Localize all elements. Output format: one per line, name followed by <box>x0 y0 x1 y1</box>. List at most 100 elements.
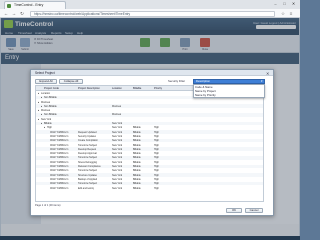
cell-priority: High <box>154 130 159 134</box>
star-icon[interactable]: ☆ <box>280 11 286 17</box>
cell-billable: Billable <box>133 134 141 138</box>
forward-icon[interactable]: → <box>11 11 17 17</box>
cancel-button[interactable]: Cancel <box>245 208 263 213</box>
cell-location: New York <box>112 173 123 177</box>
cell-location: New York <box>112 186 123 190</box>
reload-icon[interactable]: ↻ <box>19 11 25 17</box>
table-row[interactable] <box>36 168 263 173</box>
cell-code: 00117 KMDM-2.1 <box>50 182 69 186</box>
col-location[interactable]: Location <box>112 87 122 90</box>
table-row[interactable] <box>36 100 263 104</box>
dialog-title: Select Project <box>31 70 273 76</box>
cell-location: New York <box>112 169 123 173</box>
cell-location: New York <box>112 177 123 181</box>
cell-desc: Edit and testing <box>78 186 95 190</box>
cell-location: Montreal <box>112 104 122 108</box>
cell-desc: Develop Approval <box>78 152 97 156</box>
table-row[interactable] <box>36 147 263 151</box>
collapse-all-button[interactable]: Collapse All <box>59 78 83 84</box>
cell-billable: Billable <box>133 186 141 190</box>
cell-desc: Stress Debugging <box>78 160 98 164</box>
cell-desc: Tomorrow Subject <box>78 143 98 147</box>
expand-toggle-icon[interactable]: ▸ <box>38 109 39 112</box>
expand-toggle-icon[interactable]: ▸ <box>41 105 42 108</box>
table-row[interactable] <box>36 108 263 113</box>
table-row[interactable] <box>36 156 263 160</box>
menu-icon[interactable]: ≡ <box>288 11 294 17</box>
table-row[interactable] <box>36 181 263 186</box>
maximize-icon[interactable]: □ <box>281 1 288 7</box>
table-row[interactable] <box>36 177 263 182</box>
cell-location: New York <box>112 156 123 160</box>
expand-toggle-icon[interactable]: ▸ <box>41 96 42 99</box>
expand-toggle-icon[interactable]: ▸ <box>38 92 39 95</box>
table-row[interactable] <box>36 104 263 108</box>
table-row[interactable] <box>36 160 263 164</box>
cell-billable: Billable <box>133 152 141 156</box>
close-window-icon[interactable]: ✕ <box>290 1 297 7</box>
taskbar <box>0 236 300 240</box>
cell-desc: Tomorrow Subject <box>78 182 98 186</box>
cell-code: Location <box>41 91 51 95</box>
cell-priority: High <box>154 165 159 168</box>
col-project-code[interactable]: Project Code <box>44 87 59 90</box>
cell-priority: High <box>154 139 159 143</box>
cell-priority: High <box>154 126 159 130</box>
cell-location: New York <box>112 122 123 125</box>
cell-code: Non Billable <box>44 96 57 100</box>
cell-desc: Tomorrow Subject <box>78 169 98 173</box>
table-row[interactable] <box>36 117 263 121</box>
cell-code: 00117 KMDM-2.1 <box>50 147 69 151</box>
table-row[interactable] <box>36 130 263 134</box>
cell-code: Non Billable <box>44 104 57 108</box>
table-row[interactable] <box>36 151 263 156</box>
security-filter-label: Security Filter <box>168 79 186 83</box>
cell-billable: Billable <box>133 160 141 164</box>
back-icon[interactable]: ← <box>3 11 9 17</box>
col-project-description[interactable]: Project Description <box>78 87 100 90</box>
cell-billable: Billable <box>133 139 141 143</box>
cell-billable: Billable <box>133 165 141 168</box>
dialog-close-icon[interactable]: ✕ <box>266 71 269 76</box>
cell-location: New York <box>112 182 123 186</box>
cell-priority: High <box>154 169 159 173</box>
cell-code: 00117 KMDM-2.1 <box>50 165 69 168</box>
expand-toggle-icon[interactable]: ▸ <box>41 113 42 116</box>
col-billable[interactable]: Billable <box>133 87 141 90</box>
cell-billable: Billable <box>133 126 141 130</box>
expand-toggle-icon[interactable]: ▸ <box>38 101 39 104</box>
cell-billable: Billable <box>133 177 141 181</box>
expand-toggle-icon[interactable]: ▸ <box>44 126 45 129</box>
cell-priority: High <box>154 143 159 147</box>
cell-desc: Create Compilation <box>78 139 99 143</box>
dropdown-option[interactable]: Name by Priority <box>195 93 216 97</box>
table-row[interactable] <box>36 125 263 130</box>
cell-priority: High <box>154 182 159 186</box>
browser-tab[interactable]: TimeControl - Entry <box>4 1 66 9</box>
table-row[interactable] <box>36 134 263 139</box>
table-row[interactable] <box>36 121 263 126</box>
cell-code: 00117 KMDM-2.1 <box>50 130 69 134</box>
cell-code: Non Billable <box>44 113 57 117</box>
minimize-icon[interactable]: – <box>272 1 279 7</box>
cell-code: 00117 KMDM-2.1 <box>50 134 69 138</box>
url-field[interactable]: https://hmsinc.ca/timecontrol/web/Applic… <box>30 10 275 17</box>
expand-toggle-icon[interactable]: ▸ <box>38 118 39 121</box>
address-bar: ← → ↻ https://hmsinc.ca/timecontrol/web/… <box>0 9 300 18</box>
cell-desc: Backup of Applied <box>78 177 98 181</box>
table-row[interactable] <box>36 138 263 143</box>
col-priority[interactable]: Priority <box>154 87 162 90</box>
table-row[interactable] <box>36 186 263 190</box>
expand-toggle-icon[interactable]: ▸ <box>41 122 42 125</box>
cell-code: New York <box>41 117 52 121</box>
cell-code: Montreal <box>41 100 51 104</box>
table-row[interactable] <box>36 164 263 169</box>
table-row[interactable] <box>36 143 263 147</box>
chevron-down-icon[interactable]: ▾ <box>261 79 263 83</box>
ok-button[interactable]: OK <box>226 208 242 213</box>
table-row[interactable] <box>36 113 263 117</box>
cell-code: Billable <box>44 122 52 125</box>
cell-code: High <box>47 126 52 130</box>
table-row[interactable] <box>36 173 263 177</box>
expand-all-button[interactable]: Expand All <box>35 78 57 84</box>
